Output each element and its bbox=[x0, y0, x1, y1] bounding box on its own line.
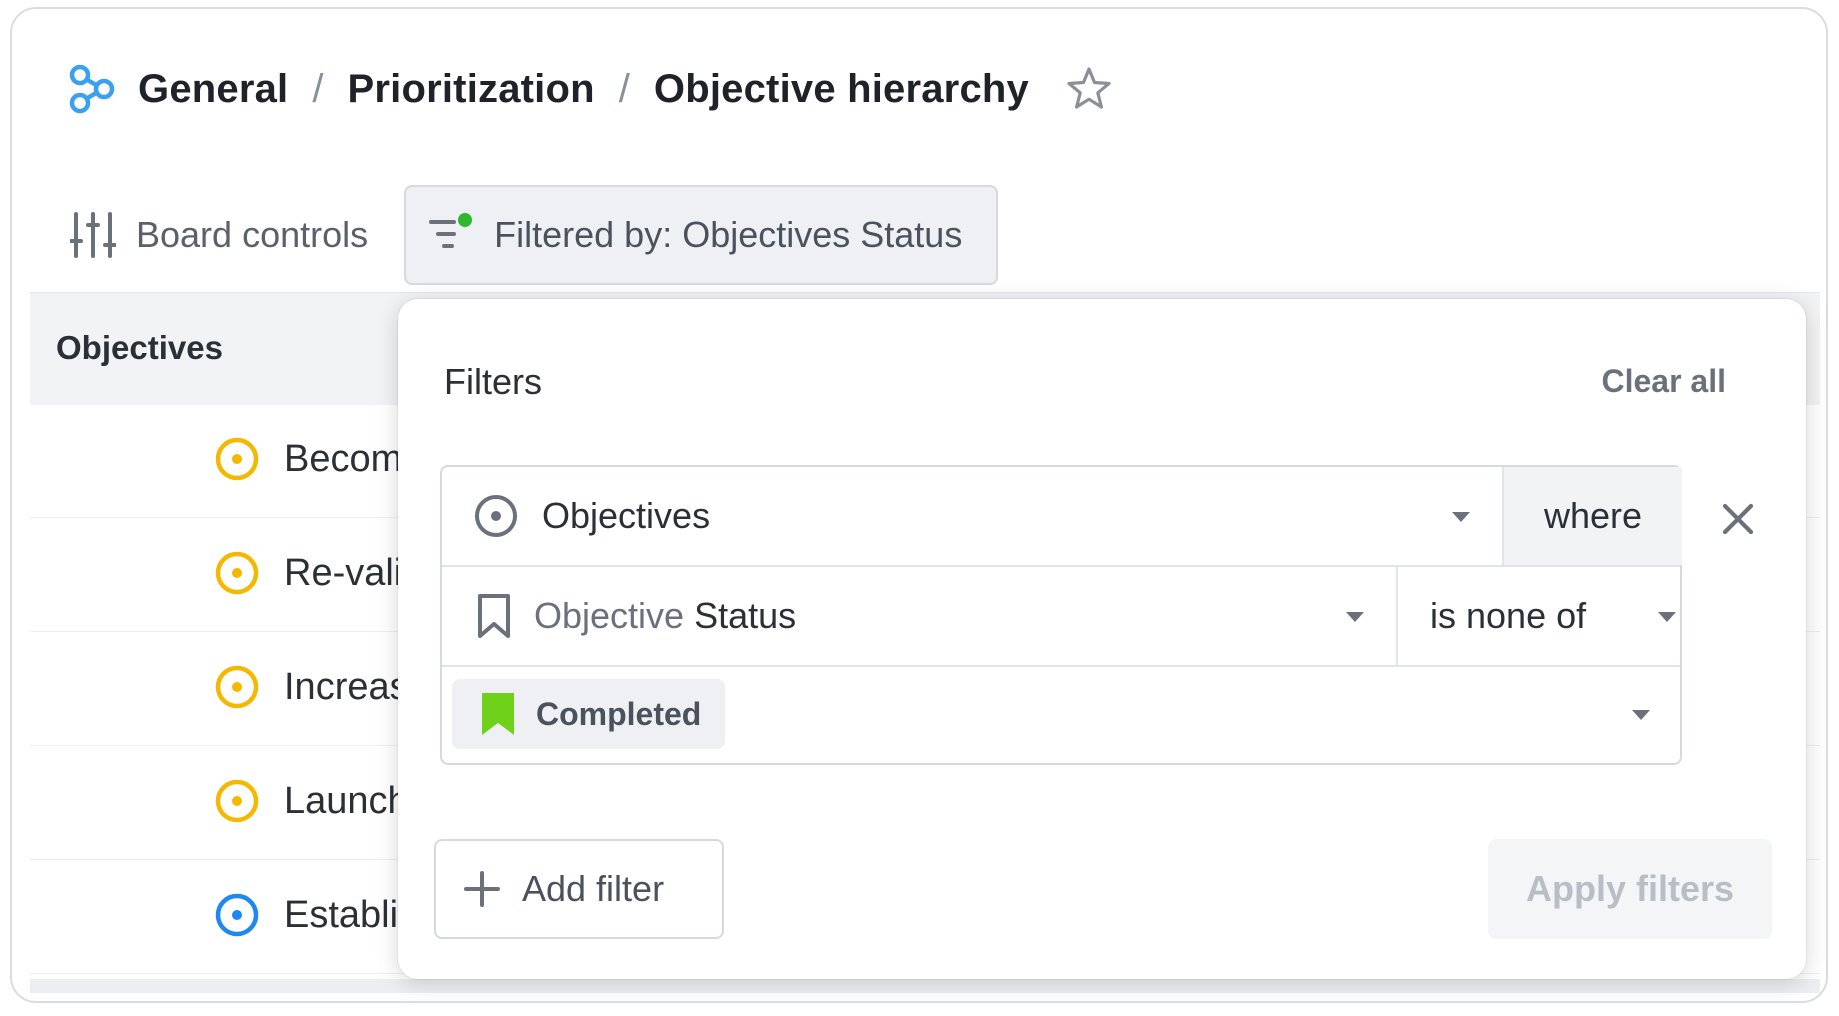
objective-name: Becom bbox=[284, 438, 403, 480]
page-title: Objective hierarchy bbox=[653, 66, 1029, 111]
filtered-by-label: Filtered by: Objectives Status bbox=[494, 214, 963, 255]
filter-condition: Objectives where Objective Status is non… bbox=[440, 465, 1682, 765]
objective-name: Launch bbox=[284, 780, 409, 822]
filters-popover: Filters Clear all Objectives where Objec… bbox=[398, 299, 1806, 979]
field-select-value: Status bbox=[694, 595, 797, 636]
value-chip-label: Completed bbox=[536, 695, 702, 732]
chevron-down-icon[interactable] bbox=[1632, 710, 1650, 720]
objective-name: Increas bbox=[284, 666, 409, 708]
where-label-box: where bbox=[1502, 467, 1682, 565]
sliders-icon bbox=[70, 212, 116, 258]
filter-icon bbox=[429, 213, 473, 248]
add-filter-button[interactable]: Add filter bbox=[434, 839, 724, 939]
star-icon[interactable] bbox=[1065, 65, 1113, 113]
objective-status-icon bbox=[215, 551, 259, 595]
objective-target-icon bbox=[475, 495, 517, 537]
objective-status-icon bbox=[215, 437, 259, 481]
apply-filters-button[interactable]: Apply filters bbox=[1488, 839, 1772, 939]
objective-status-icon bbox=[215, 779, 259, 823]
field-select-prefix: Objective bbox=[534, 595, 685, 636]
completed-bookmark-icon bbox=[482, 693, 514, 735]
clear-all-button[interactable]: Clear all bbox=[1601, 363, 1726, 400]
horizontal-scrollbar[interactable] bbox=[30, 979, 1820, 993]
board-controls-button[interactable]: Board controls bbox=[70, 183, 404, 287]
objective-name: Establi bbox=[284, 894, 399, 936]
column-title-objectives: Objectives bbox=[56, 329, 223, 366]
breadcrumb-general[interactable]: General bbox=[138, 67, 288, 112]
plus-icon bbox=[464, 871, 500, 907]
objective-status-icon bbox=[215, 665, 259, 709]
operator-value: is none of bbox=[1430, 595, 1587, 636]
app-logo-icon bbox=[69, 64, 115, 114]
value-chip-completed[interactable]: Completed bbox=[452, 679, 726, 749]
apply-filters-label: Apply filters bbox=[1525, 868, 1735, 909]
breadcrumb-prioritization[interactable]: Prioritization bbox=[348, 67, 595, 112]
where-label: where bbox=[1543, 495, 1643, 536]
add-filter-label: Add filter bbox=[522, 868, 665, 909]
chevron-down-icon bbox=[1452, 512, 1470, 522]
filters-title: Filters bbox=[444, 361, 542, 402]
filter-value-row[interactable]: Completed bbox=[442, 667, 1680, 763]
breadcrumb: General / Prioritization / Objective hie… bbox=[66, 57, 1113, 121]
objective-name: Re-vali bbox=[284, 552, 403, 594]
operator-select[interactable]: is none of bbox=[1396, 567, 1682, 665]
object-select-value: Objectives bbox=[542, 495, 711, 536]
bookmark-icon bbox=[478, 594, 510, 638]
remove-filter-icon[interactable] bbox=[1718, 499, 1758, 539]
filter-object-row: Objectives where bbox=[442, 467, 1682, 567]
chevron-down-icon bbox=[1658, 612, 1676, 622]
active-filter-dot bbox=[458, 213, 473, 227]
object-select[interactable]: Objectives bbox=[442, 467, 1502, 565]
board-controls-label: Board controls bbox=[136, 214, 369, 255]
app-window: General / Prioritization / Objective hie… bbox=[10, 7, 1828, 1003]
field-select[interactable]: Objective Status bbox=[442, 567, 1396, 665]
objective-status-icon bbox=[215, 893, 259, 937]
breadcrumb-separator: / bbox=[618, 66, 630, 111]
filter-field-row: Objective Status is none of bbox=[442, 567, 1680, 667]
breadcrumb-separator: / bbox=[312, 66, 324, 111]
chevron-down-icon bbox=[1346, 612, 1364, 622]
filtered-by-button[interactable]: Filtered by: Objectives Status bbox=[404, 185, 999, 285]
toolbar: Board controls Filtered by: Objectives S… bbox=[70, 183, 999, 287]
